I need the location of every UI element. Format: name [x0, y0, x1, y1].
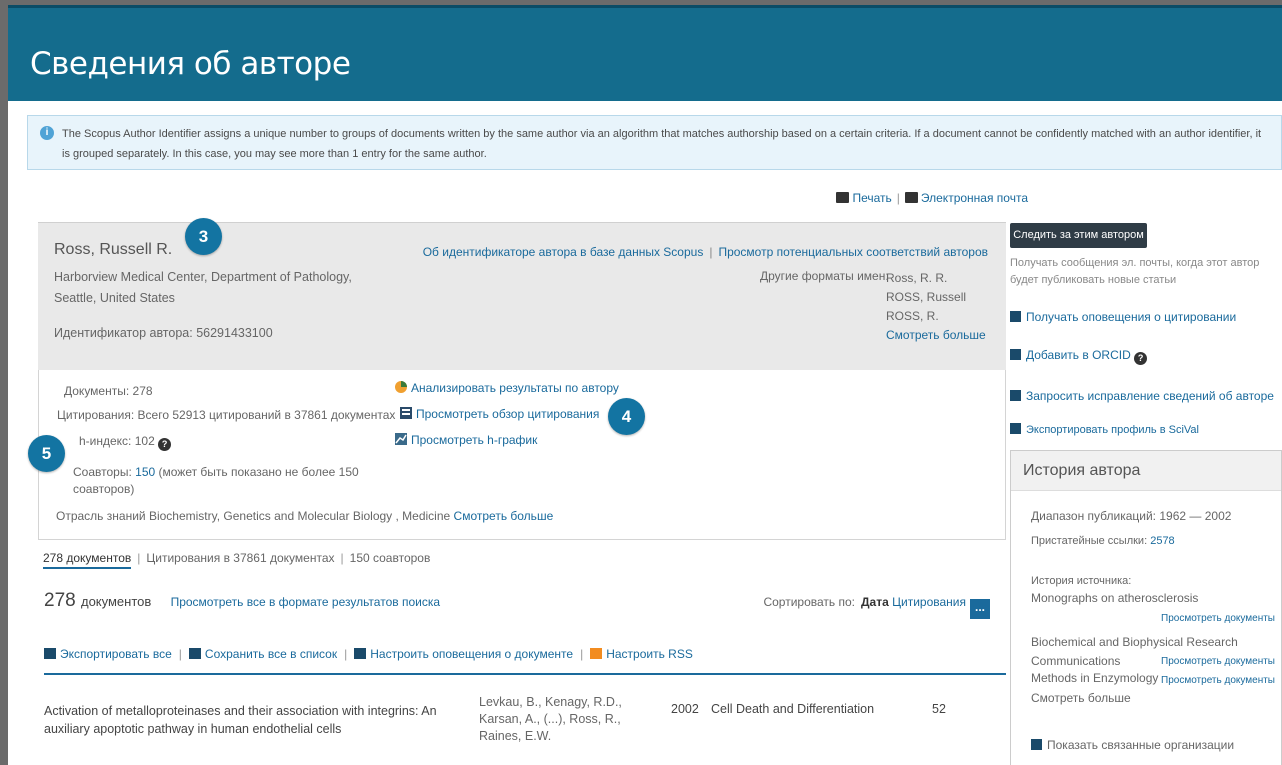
- source-item[interactable]: Methods in Enzymology: [1031, 671, 1158, 685]
- view-documents-link[interactable]: Просмотреть документы: [1161, 613, 1275, 624]
- print-link[interactable]: Печать: [852, 191, 891, 205]
- envelope-icon: [904, 192, 918, 203]
- sort-citations[interactable]: Цитирования: [892, 595, 966, 609]
- author-history-title: История автора: [1011, 451, 1281, 491]
- save-to-list-link[interactable]: Сохранить все в список: [205, 647, 337, 661]
- callout-badge-3: 3: [185, 218, 222, 255]
- hindex-value: 102: [134, 434, 155, 448]
- tab-documents[interactable]: 278 документов: [43, 551, 132, 569]
- sort-controls: Сортировать по: Дата Цитирования...: [763, 595, 990, 619]
- citation-overview-link[interactable]: Просмотреть обзор цитирования: [416, 407, 599, 421]
- sort-more-button[interactable]: ...: [970, 599, 990, 619]
- tab-citations[interactable]: Цитирования в 37861 документах: [146, 551, 334, 565]
- document-count-label: документов: [80, 594, 152, 609]
- print-email-row: Печать | Электронная почта: [768, 191, 1028, 205]
- help-icon[interactable]: ?: [1134, 352, 1148, 365]
- page-header: Сведения об авторе: [8, 5, 1282, 101]
- add-orcid-link[interactable]: Добавить в ORCID: [1026, 348, 1131, 362]
- refs-value[interactable]: 2578: [1150, 535, 1174, 547]
- orcid-icon: [1010, 349, 1021, 360]
- subject-label: Отрасль знаний: [56, 509, 146, 523]
- documents-label: Документы:: [64, 384, 130, 398]
- coauthors-value[interactable]: 150: [135, 465, 155, 479]
- document-authors: Levkau, B., Kenagy, R.D., Karsan, A., (.…: [479, 695, 622, 743]
- view-documents-link[interactable]: Просмотреть документы: [1161, 656, 1275, 667]
- author-metrics: Документы: 278 Цитирования: Всего 52913 …: [28, 370, 1006, 540]
- follow-author-button[interactable]: Следить за этим автором: [1010, 223, 1147, 248]
- document-count-value: 278: [44, 590, 76, 611]
- author-affiliation: Harborview Medical Center, Department of…: [54, 270, 352, 305]
- edit-icon: [1010, 390, 1021, 401]
- export-icon: [44, 648, 56, 659]
- other-format-item: Ross, R. R.: [886, 271, 948, 285]
- show-more-sources-link[interactable]: Смотреть больше: [1031, 691, 1131, 705]
- organizations-icon: [1031, 739, 1042, 750]
- view-documents-link[interactable]: Просмотреть документы: [1161, 675, 1275, 686]
- potential-matches-link[interactable]: Просмотр потенциальных соответствий авто…: [718, 245, 988, 259]
- follow-description: Получать сообщения эл. почты, когда этот…: [1010, 257, 1260, 286]
- callout-badge-4: 4: [608, 398, 645, 435]
- citations-label: Цитирования:: [57, 408, 135, 422]
- alert-icon: [354, 648, 367, 659]
- other-format-item: ROSS, R.: [886, 309, 939, 323]
- other-formats-label: Другие форматы имен:: [760, 269, 889, 283]
- save-icon: [188, 648, 201, 659]
- citation-alert-link[interactable]: Получать оповещения о цитировании: [1026, 310, 1236, 324]
- view-all-link[interactable]: Просмотреть все в формате результатов по…: [171, 595, 440, 609]
- analyze-author-link[interactable]: Анализировать результаты по автору: [411, 381, 619, 395]
- email-link[interactable]: Электронная почта: [921, 191, 1028, 205]
- subject-value: Biochemistry, Genetics and Molecular Bio…: [148, 509, 451, 523]
- export-all-link[interactable]: Экспортировать все: [60, 647, 172, 661]
- rss-icon: [590, 648, 603, 659]
- document-actions: Экспортировать все | Сохранить все в списо…: [44, 647, 693, 661]
- document-title[interactable]: Activation of metalloproteinases and the…: [44, 702, 454, 738]
- subject-more-link[interactable]: Смотреть больше: [454, 509, 554, 523]
- info-text: The Scopus Author Identifier assigns a u…: [62, 128, 1262, 160]
- hgraph-link[interactable]: Просмотреть h-график: [411, 433, 537, 447]
- results-divider: [44, 673, 1006, 675]
- page-title: Сведения об авторе: [30, 46, 351, 82]
- sort-date[interactable]: Дата: [861, 595, 889, 609]
- tab-coauthors[interactable]: 150 соавторов: [350, 551, 431, 565]
- document-source: Cell Death and Differentiation: [711, 702, 875, 716]
- printer-icon: [836, 192, 850, 203]
- pie-chart-icon: [395, 381, 407, 393]
- author-history-panel: История автора Диапазон публикаций: 1962…: [1010, 450, 1282, 765]
- other-formats-list: Ross, R. R. ROSS, Russell ROSS, R. Смотр…: [886, 269, 986, 345]
- refs-label: Пристатейные ссылки:: [1031, 535, 1148, 547]
- hindex-label: h-индекс:: [79, 434, 132, 448]
- show-more-formats-link[interactable]: Смотреть больше: [886, 326, 986, 345]
- pub-range-label: Диапазон публикаций:: [1031, 509, 1157, 523]
- other-format-item: ROSS, Russell: [886, 290, 967, 304]
- sort-label: Сортировать по:: [763, 595, 855, 609]
- export-scival-link[interactable]: Экспортировать профиль в SciVal: [1026, 424, 1199, 436]
- pub-range-value: 1962 — 2002: [1159, 509, 1232, 523]
- author-name: Ross, Russell R.: [54, 241, 173, 258]
- info-banner: i The Scopus Author Identifier assigns a…: [27, 115, 1282, 170]
- author-id: Идентификатор автора: 56291433100: [54, 326, 273, 340]
- citation-overview-icon: [400, 407, 412, 419]
- request-correction-link[interactable]: Запросить исправление сведений об авторе: [1026, 389, 1274, 403]
- source-item: Monographs on atherosclerosis: [1031, 591, 1199, 605]
- citation-alert-icon: [1010, 311, 1021, 322]
- document-cited: 52: [932, 702, 946, 716]
- callout-badge-5: 5: [28, 435, 65, 472]
- document-count: 278 документов Просмотреть все в формате…: [44, 590, 440, 612]
- scival-icon: [1010, 423, 1021, 434]
- page: Сведения об авторе i The Scopus Author I…: [8, 5, 1282, 765]
- hgraph-icon: [395, 433, 407, 445]
- author-card: Ross, Russell R. Harborview Medical Cent…: [38, 218, 1006, 370]
- documents-value: 278: [132, 384, 153, 398]
- related-orgs-link[interactable]: Показать связанные организации: [1047, 738, 1234, 752]
- document-tabs: 278 документов | Цитирования в 37861 докум…: [43, 551, 431, 569]
- coauthors-label: Соавторы:: [73, 465, 132, 479]
- source-history-label: История источника:: [1031, 575, 1132, 587]
- about-author-id-link[interactable]: Об идентификаторе автора в базе данных S…: [423, 245, 704, 259]
- set-alert-link[interactable]: Настроить оповещения о документе: [370, 647, 573, 661]
- info-icon: i: [40, 126, 54, 140]
- citations-value: Всего 52913 цитирований в 37861 документ…: [137, 408, 396, 422]
- document-year: 2002: [671, 702, 699, 716]
- help-icon[interactable]: ?: [158, 438, 172, 451]
- set-rss-link[interactable]: Настроить RSS: [606, 647, 693, 661]
